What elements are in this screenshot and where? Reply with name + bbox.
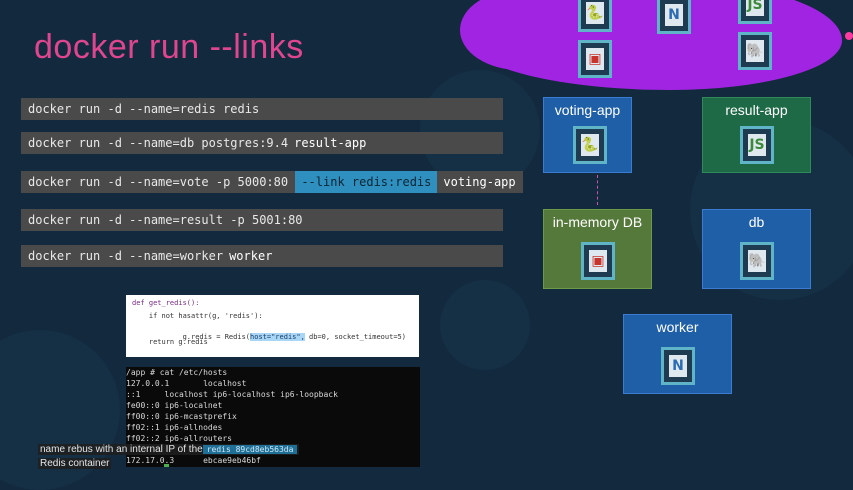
code-highlight: host="redis", (250, 333, 305, 341)
result-app-label: result-app (725, 102, 788, 118)
command-vote: docker run -d --name=vote -p 5000:80 --l… (21, 171, 523, 193)
code-line: def get_redis(): (132, 299, 200, 307)
command-text: docker run -d --name=vote -p 5000:80 (28, 175, 289, 189)
command-db: docker run -d --name=db postgres:9.4 resu… (21, 132, 503, 154)
nodejs-container-icon: JS (738, 0, 772, 24)
code-line: return g.redis (132, 338, 208, 346)
command-result: docker run -d --name=result -p 5001:80 (21, 209, 503, 231)
worker-label: worker (656, 319, 699, 335)
in-memory-db-box: in-memory DB ▣ (543, 209, 652, 289)
command-text: docker run -d --name=db postgres:9.4 (28, 136, 289, 150)
link-flag: --link redis:redis (295, 171, 438, 193)
caption-text: name rebus with an internal IP of the (40, 444, 203, 455)
voting-app-label: voting-app (554, 102, 621, 118)
background-circle (440, 280, 530, 370)
python-container-icon: 🐍 (573, 126, 607, 164)
command-text: docker run -d --name=result -p 5001:80 (28, 213, 303, 227)
python-container-icon: 🐍 (578, 0, 612, 32)
postgres-container-icon: 🐘 (740, 242, 774, 280)
command-text: docker run -d --name=worker (28, 249, 224, 263)
terminal-line: /app # cat /etc/hosts (126, 368, 228, 377)
postgres-container-icon: 🐘 (738, 32, 772, 70)
terminal-line: 172.17.0.3 ebcae9eb46bf (126, 456, 261, 465)
code-text: db=0, socket_timeout=5) (304, 333, 406, 341)
in-memory-db-label: in-memory DB (552, 214, 643, 230)
voting-app-box: voting-app 🐍 (543, 97, 632, 173)
result-app-box: result-app JS (702, 97, 811, 173)
command-redis: docker run -d --name=redis redis (21, 98, 503, 120)
terminal-cursor (164, 464, 169, 467)
terminal-line: ff02::1 ip6-allnodes (126, 423, 223, 432)
command-worker: docker run -d --name=worker worker (21, 245, 503, 267)
command-tag: worker (229, 249, 273, 263)
pointer-dot (845, 32, 853, 40)
cloud-shape (470, 0, 842, 90)
command-tag: result-app (294, 136, 367, 150)
slide-title: docker run --links (34, 28, 304, 66)
redis-container-icon: ▣ (578, 40, 612, 78)
db-box: db 🐘 (702, 209, 811, 289)
redis-container-icon: ▣ (581, 242, 615, 280)
worker-box: worker N (623, 314, 732, 394)
terminal-line: ::1 localhost ip6-localhost ip6-loopback (126, 390, 338, 399)
code-snippet: def get_redis(): if not hasattr(g, 'redi… (126, 295, 419, 357)
terminal-line: 127.0.0.1 localhost (126, 379, 247, 388)
caption-line-2: Redis container (38, 458, 112, 469)
command-tag: voting-app (443, 175, 516, 189)
terminal-line: fe00::0 ip6-localnet (126, 401, 223, 410)
terminal-highlight: redis 89cd8eb563da (202, 445, 298, 454)
connector-line (597, 175, 598, 205)
dotnet-container-icon: N (657, 0, 691, 34)
caption-line-1: name rebus with an internal IP of the red… (38, 444, 300, 455)
command-text: docker run -d --name=redis redis (28, 102, 260, 116)
nodejs-container-icon: JS (740, 126, 774, 164)
dotnet-container-icon: N (661, 347, 695, 385)
db-label: db (748, 214, 765, 230)
terminal-line: ff02::2 ip6-allrouters (126, 434, 232, 443)
terminal-line: ff00::0 ip6-mcastprefix (126, 412, 237, 421)
code-line: if not hasattr(g, 'redis'): (132, 312, 263, 320)
